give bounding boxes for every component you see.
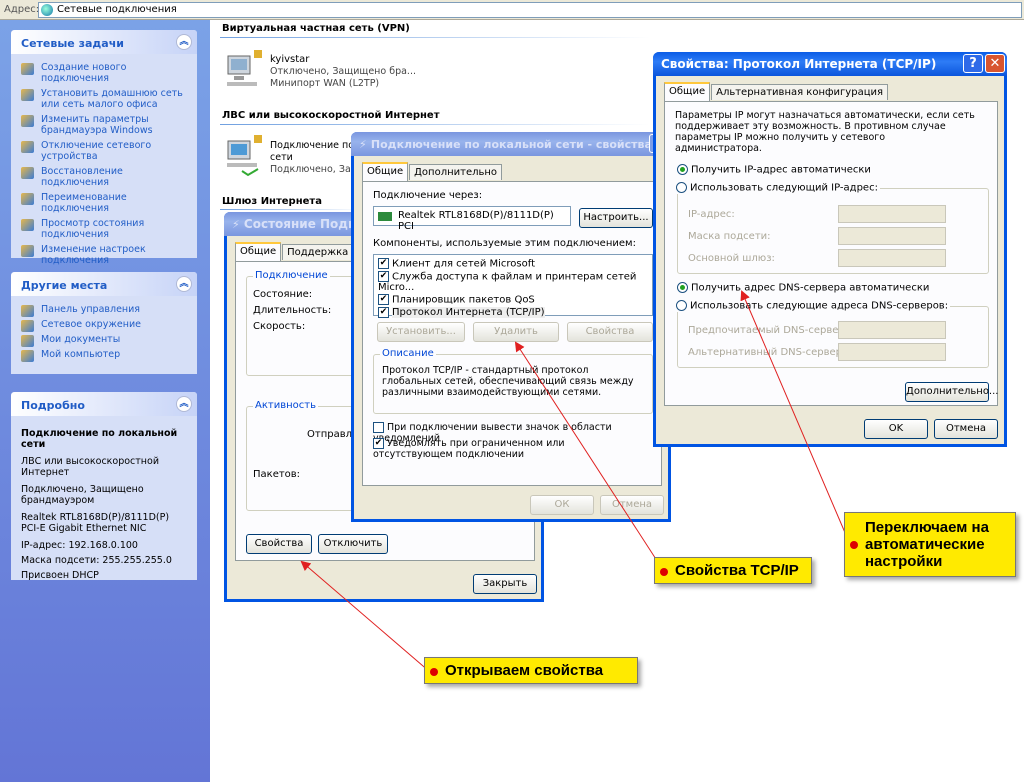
arrow-to-dns-auto bbox=[740, 290, 850, 543]
callout-dot bbox=[850, 541, 858, 549]
arrow-to-tcpip bbox=[514, 341, 664, 571]
callout-open-properties: Открываем свойства bbox=[424, 657, 638, 684]
arrow-to-properties bbox=[300, 560, 431, 673]
callout-dot bbox=[430, 668, 438, 676]
callout-auto-settings: Переключаем на автоматические настройки bbox=[844, 512, 1016, 577]
callout-tcpip: Свойства TCP/IP bbox=[654, 557, 812, 584]
callout-dot bbox=[660, 568, 668, 576]
